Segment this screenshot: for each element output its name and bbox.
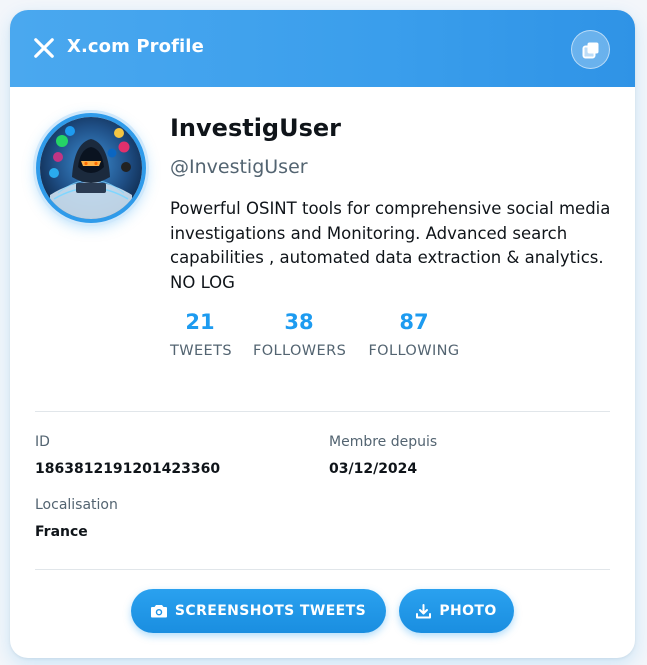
photo-button[interactable]: PHOTO xyxy=(399,589,514,633)
section-divider xyxy=(35,411,610,412)
location-label: Localisation xyxy=(35,497,118,513)
stat-value: 38 xyxy=(284,310,314,334)
avatar-image xyxy=(40,117,142,219)
profile-card: X.com Profile InvestigUser @InvestigUser… xyxy=(10,10,635,658)
photo-label: PHOTO xyxy=(439,603,497,619)
screenshots-tweets-label: SCREENSHOTS TWEETS xyxy=(174,603,367,619)
location-value: France xyxy=(35,524,88,540)
profile-bio: Powerful OSINT tools for comprehensive s… xyxy=(170,199,611,292)
card-header: X.com Profile xyxy=(10,10,635,87)
stat-tweets[interactable]: 21 TWEETS xyxy=(170,310,232,359)
stat-followers[interactable]: 38 FOLLOWERS xyxy=(253,310,347,359)
camera-icon xyxy=(150,605,167,618)
user-handle: @InvestigUser xyxy=(170,156,308,178)
id-label: ID xyxy=(35,434,50,450)
section-divider xyxy=(35,569,610,570)
member-since-label: Membre depuis xyxy=(329,434,438,450)
header-title: X.com Profile xyxy=(67,36,204,57)
member-since-value: 03/12/2024 xyxy=(329,461,418,477)
avatar[interactable] xyxy=(36,113,146,223)
copy-button[interactable] xyxy=(571,30,610,69)
stat-label: FOLLOWERS xyxy=(253,343,347,359)
stat-label: FOLLOWING xyxy=(368,343,460,359)
stat-label: TWEETS xyxy=(170,343,232,359)
screenshots-tweets-button[interactable]: SCREENSHOTS TWEETS xyxy=(131,589,386,633)
id-value: 1863812191201423360 xyxy=(35,461,221,477)
stat-value: 21 xyxy=(185,310,215,334)
copy-icon xyxy=(582,42,598,58)
stat-following[interactable]: 87 FOLLOWING xyxy=(367,310,461,359)
stat-value: 87 xyxy=(399,310,429,334)
download-icon xyxy=(416,603,432,618)
display-name: InvestigUser xyxy=(170,114,341,142)
x-logo-icon xyxy=(34,38,54,58)
